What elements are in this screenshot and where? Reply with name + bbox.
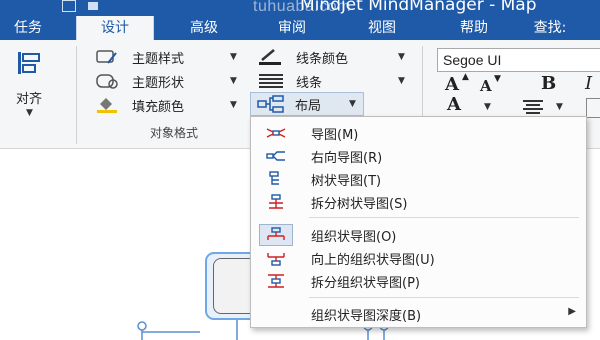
menu-item-map-layout[interactable]: 导图(M)	[251, 121, 586, 144]
menu-item-label: 拆分组织状导图(P)	[311, 276, 420, 291]
menu-item-label: 右向导图(R)	[311, 151, 383, 166]
org-chart-layout-icon	[267, 227, 285, 240]
map-layout-icon	[266, 128, 286, 138]
menu-item-label: 树状导图(T)	[311, 174, 382, 189]
up-org-chart-layout-icon	[267, 253, 285, 266]
menu-item-split-org-chart-layout[interactable]: 拆分组织状导图(P)	[251, 269, 586, 292]
menu-separator	[309, 217, 579, 218]
menu-item-label: 拆分树状导图(S)	[311, 197, 408, 212]
menu-separator	[309, 297, 579, 298]
menu-item-tree-layout[interactable]: 树状导图(T)	[251, 167, 586, 190]
menu-item-up-org-chart-layout[interactable]: 向上的组织状导图(U)	[251, 246, 586, 269]
menu-item-split-tree-layout[interactable]: 拆分树状导图(S)	[251, 190, 586, 213]
split-org-chart-layout-icon	[268, 274, 284, 288]
right-map-layout-icon	[266, 151, 285, 161]
menu-item-label: 组织状导图深度(B)	[311, 309, 422, 324]
layout-dropdown-menu: 导图(M) 右向导图(R) 树状导图(T) 拆分树状导图(S) 组织状导图(O)	[250, 116, 587, 328]
menu-item-label: 向上的组织状导图(U)	[311, 253, 435, 268]
menu-item-org-chart-depth[interactable]: 组织状导图深度(B) ▶	[251, 302, 586, 325]
tree-layout-icon	[269, 171, 279, 185]
menu-item-label: 组织状导图(O)	[311, 230, 397, 245]
menu-item-right-map-layout[interactable]: 右向导图(R)	[251, 144, 586, 167]
split-tree-layout-icon	[269, 194, 283, 209]
submenu-arrow-icon: ▶	[568, 306, 576, 317]
menu-item-label: 导图(M)	[311, 128, 359, 143]
menu-item-org-chart-layout[interactable]: 组织状导图(O)	[251, 223, 586, 246]
